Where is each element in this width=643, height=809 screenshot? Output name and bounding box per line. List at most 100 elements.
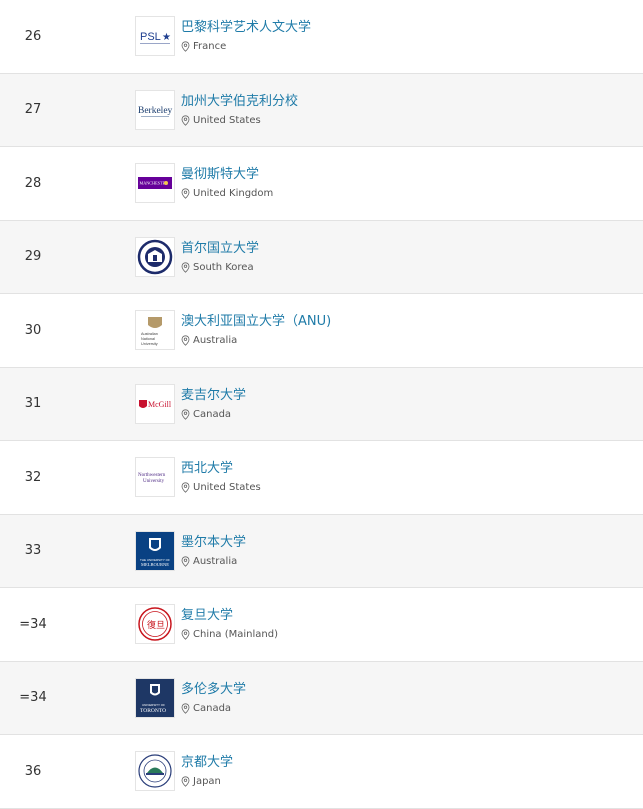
location-pin-icon [181, 703, 190, 714]
svg-text:McGill: McGill [148, 400, 172, 409]
location-pin-icon [181, 409, 190, 420]
rank-number: 26 [24, 28, 42, 44]
berkeley-logo[interactable]: Berkeley [135, 89, 175, 130]
svg-text:Berkeley: Berkeley [138, 106, 173, 116]
rank-number: 30 [24, 322, 42, 338]
location: United States [181, 481, 261, 494]
rank-number: 32 [24, 469, 42, 485]
svg-text:MELBOURNE: MELBOURNE [141, 562, 169, 567]
university-info: 复旦大学 China (Mainland) [181, 607, 278, 641]
svg-text:★: ★ [162, 32, 171, 43]
university-name-link[interactable]: 澳大利亚国立大学（ANU) [181, 313, 331, 330]
university-info: 澳大利亚国立大学（ANU) Australia [181, 313, 331, 347]
svg-text:PSL: PSL [140, 31, 161, 43]
manchester-logo[interactable]: MANCHESTER [135, 163, 175, 204]
country-label: United Kingdom [193, 188, 274, 200]
svg-text:MANCHESTER: MANCHESTER [140, 181, 169, 186]
rank-number: 36 [24, 763, 42, 779]
kyoto-logo[interactable] [135, 751, 175, 792]
location-pin-icon [181, 482, 190, 493]
university-name-link[interactable]: 京都大学 [181, 754, 233, 771]
university-info: 巴黎科学艺术人文大学 France [181, 19, 311, 53]
snu-logo[interactable] [135, 236, 175, 277]
university-name-link[interactable]: 麦吉尔大学 [181, 387, 246, 404]
location: Japan [181, 775, 233, 788]
location: Canada [181, 702, 246, 715]
university-name-link[interactable]: 复旦大学 [181, 607, 278, 624]
university-row: 29 首尔国立大学 South Korea [0, 220, 643, 294]
location: France [181, 40, 311, 53]
university-ranking-list: 26 PSL ★ 巴黎科学艺术人文大学 France 27 Berkeley 加州… [0, 0, 643, 809]
university-row: 30 Australian National University 澳大利亚国立大学… [0, 294, 643, 368]
melbourne-logo[interactable]: THE UNIVERSITY OF MELBOURNE [135, 530, 175, 571]
university-row: =34 UNIVERSITY OF TORONTO 多伦多大学 Canada [0, 661, 643, 735]
university-name-link[interactable]: 首尔国立大学 [181, 240, 259, 257]
university-row: =34 復旦 复旦大学 China (Mainland) [0, 588, 643, 662]
svg-text:University: University [141, 342, 158, 346]
country-label: Australia [193, 335, 238, 347]
svg-text:University: University [143, 479, 165, 484]
university-row: 28 MANCHESTER 曼彻斯特大学 United Kingdom [0, 147, 643, 221]
rank-number: =34 [19, 690, 47, 706]
svg-text:TORONTO: TORONTO [140, 708, 166, 714]
rank-number: =34 [19, 616, 47, 632]
location-pin-icon [181, 41, 190, 52]
university-name-link[interactable]: 多伦多大学 [181, 681, 246, 698]
location: China (Mainland) [181, 628, 278, 641]
university-row: 31 McGill 麦吉尔大学 Canada [0, 367, 643, 441]
university-info: 曼彻斯特大学 United Kingdom [181, 166, 273, 200]
psl-logo[interactable]: PSL ★ [135, 16, 175, 57]
location-pin-icon [181, 262, 190, 273]
svg-text:復旦: 復旦 [147, 619, 165, 631]
location: Canada [181, 408, 246, 421]
country-label: South Korea [193, 261, 254, 273]
country-label: Japan [193, 776, 221, 788]
university-row: 32 Northwestern University 西北大学 United St… [0, 441, 643, 515]
location-pin-icon [181, 776, 190, 787]
anu-logo[interactable]: Australian National University [135, 310, 175, 351]
university-info: 多伦多大学 Canada [181, 681, 246, 715]
svg-text:UNIVERSITY OF: UNIVERSITY OF [142, 703, 165, 707]
svg-text:National: National [141, 337, 155, 341]
university-name-link[interactable]: 西北大学 [181, 460, 261, 477]
fudan-logo[interactable]: 復旦 [135, 604, 175, 645]
country-label: United States [193, 114, 261, 126]
location-pin-icon [181, 556, 190, 567]
university-info: 首尔国立大学 South Korea [181, 240, 259, 274]
university-name-link[interactable]: 墨尔本大学 [181, 534, 246, 551]
location-pin-icon [181, 188, 190, 199]
location: United Kingdom [181, 187, 273, 200]
rank-number: 31 [24, 396, 42, 412]
country-label: United States [193, 482, 261, 494]
country-label: China (Mainland) [193, 629, 279, 641]
toronto-logo[interactable]: UNIVERSITY OF TORONTO [135, 677, 175, 718]
university-info: 西北大学 United States [181, 460, 261, 494]
university-row: 26 PSL ★ 巴黎科学艺术人文大学 France [0, 0, 643, 74]
mcgill-logo[interactable]: McGill [135, 383, 175, 424]
university-info: 京都大学 Japan [181, 754, 233, 788]
country-label: France [193, 41, 227, 53]
university-name-link[interactable]: 巴黎科学艺术人文大学 [181, 19, 311, 36]
location-pin-icon [181, 115, 190, 126]
university-name-link[interactable]: 曼彻斯特大学 [181, 166, 273, 183]
location: South Korea [181, 261, 259, 274]
university-info: 麦吉尔大学 Canada [181, 387, 246, 421]
location: United States [181, 114, 298, 127]
university-name-link[interactable]: 加州大学伯克利分校 [181, 93, 298, 110]
university-row: 36 京都大学 Japan [0, 735, 643, 809]
northwestern-logo[interactable]: Northwestern University [135, 457, 175, 498]
location: Australia [181, 334, 331, 347]
country-label: Canada [193, 408, 232, 420]
rank-number: 33 [24, 543, 42, 559]
location-pin-icon [181, 629, 190, 640]
rank-number: 29 [24, 249, 42, 265]
university-row: 33 THE UNIVERSITY OF MELBOURNE 墨尔本大学 Aust… [0, 514, 643, 588]
svg-text:Australian: Australian [141, 332, 158, 336]
rank-number: 28 [24, 175, 42, 191]
country-label: Canada [193, 702, 232, 714]
svg-text:Northwestern: Northwestern [138, 473, 166, 478]
country-label: Australia [193, 555, 238, 567]
location: Australia [181, 555, 246, 568]
university-row: 27 Berkeley 加州大学伯克利分校 United States [0, 73, 643, 147]
university-info: 墨尔本大学 Australia [181, 534, 246, 568]
